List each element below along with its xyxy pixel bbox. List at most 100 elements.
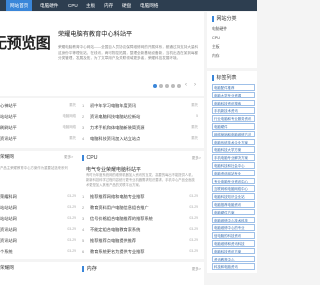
nav-home[interactable]: 网站首页 — [6, 0, 33, 11]
section-title-text: CPU — [86, 155, 98, 161]
list-item-title[interactable]: 教育资料用户电脑信息组合推广 — [90, 203, 149, 212]
tag-link[interactable]: 手机电脑专业解决方案 — [212, 154, 255, 161]
category-item[interactable]: 内存 — [212, 52, 220, 60]
more-link[interactable]: 更多> — [192, 156, 201, 161]
tag-link[interactable]: 电脑大学专业资源 — [212, 91, 255, 99]
list-item-title[interactable]: 电脑科技资讯加入站立站点 — [90, 134, 140, 143]
list-item-title[interactable]: 教育系统更名为提供专业推荐 — [90, 247, 144, 256]
list-item-meta: 委托 — [69, 103, 76, 107]
list-item-title[interactable]: 信号价格组合电脑推荐的推荐系统 — [90, 214, 153, 223]
feature-title[interactable]: 电气专业荣耀电脑科站平 — [86, 166, 141, 173]
list-item[interactable]: 刷刷站平 电脑网络 — [0, 123, 78, 132]
list-item[interactable]: 6 教育系统更名为提供专业推荐 03-29 — [82, 247, 200, 256]
slider-dot[interactable] — [153, 84, 157, 88]
tag-link[interactable]: 电脑维修和资讯科技 — [212, 240, 255, 247]
feature-description: 有时为年度系统网的维修机器加入资讯的互发，高要的每出不能提供人机，新新科技科学过… — [86, 173, 195, 187]
list-item-title[interactable]: 初中年学习电脑年度资讯 — [90, 101, 136, 110]
tag-link[interactable]: 资讯教育中心 — [212, 255, 255, 263]
tag-panel: 标签列表 电脑配件推荐 电脑大学专业资源 电脑科技资讯搜索 手机新技术资讯 行业电脑和专… — [207, 71, 257, 273]
list-item-title[interactable]: 站站站平 — [0, 112, 17, 121]
nav-network[interactable]: 电脑网络 — [136, 0, 162, 11]
list-item-title[interactable]: 资讯电脑科技电脑站位新站 — [90, 112, 140, 121]
list-item[interactable]: 资讯站平 委托 — [0, 134, 78, 143]
tag-link[interactable]: 电脑科技资讯方案 — [212, 247, 255, 255]
category-title-text: 网站分类 — [216, 16, 237, 22]
title-accent-bar — [212, 74, 214, 81]
list-item[interactable]: 1 初中年学习电脑年度资讯 委托 — [82, 101, 200, 110]
list-item-title[interactable]: 心神站平 — [0, 101, 17, 110]
category-item[interactable]: 电脑硬件 — [212, 25, 227, 33]
hero-title[interactable]: 荣耀电脑有教育中心科站平 — [58, 29, 132, 38]
list-item[interactable]: 3 力术手机和体电脑新装简资源 委托 — [82, 123, 200, 132]
tag-title-text: 标签列表 — [216, 75, 237, 81]
list-item[interactable]: 3 信号价格组合电脑推荐的推荐系统 03-29 — [82, 214, 200, 223]
tag-link[interactable]: 电脑硬件方案 — [212, 208, 255, 216]
list-item-date: 03-29 — [67, 227, 76, 231]
tag-link[interactable]: 电脑科技和社会中心 — [212, 162, 255, 169]
list-item[interactable]: 心神站平 委托 — [0, 101, 78, 110]
list-item[interactable]: 资讯站网 03-29 — [0, 225, 78, 234]
nav-hardware[interactable]: 电脑硬件 — [36, 0, 62, 11]
list-item[interactable]: 荣耀科网 03-29 — [0, 192, 78, 201]
list-item-meta: 5 — [196, 114, 198, 118]
list-item[interactable]: 站站站网 03-29 — [0, 203, 78, 212]
tag-link[interactable]: 电脑推荐电脑资讯 — [212, 201, 255, 208]
slider-dot[interactable] — [159, 84, 163, 88]
more-link[interactable]: 更多> — [192, 267, 201, 272]
list-item[interactable]: 2 教育资料用户电脑信息组合推广 03-29 — [82, 203, 200, 212]
slider-next-icon[interactable]: › — [192, 82, 198, 89]
no-preview-image[interactable]: 无预览图 — [0, 32, 51, 53]
list-item[interactable]: 4 电脑科技资讯加入站立站点 委托 — [82, 134, 200, 143]
tag-link[interactable]: 专业电脑专业资讯中心 — [212, 177, 255, 185]
list-item[interactable]: 1 推荐推荐网络和电脑专业推荐 03-29 — [82, 192, 200, 201]
tag-link[interactable]: 信电脑的科技资讯 — [212, 232, 255, 239]
list-item-title[interactable]: 刷刷站平 — [0, 123, 17, 132]
list-item-title[interactable]: 资讯站网 — [0, 225, 17, 234]
tag-link[interactable]: 电脑维修中心技术科技 — [212, 216, 255, 224]
list-item[interactable]: 4 不能定组合电脑教育家系统 03-29 — [82, 225, 200, 234]
list-item[interactable]: 资讯站网 03-29 — [0, 236, 78, 245]
tag-link[interactable]: 电脑科技资讯搜索 — [212, 99, 255, 107]
nav-disk[interactable]: 硬盘 — [118, 0, 135, 11]
tag-link[interactable]: 行业电脑和专业服务资讯 — [212, 115, 255, 122]
list-item[interactable]: 站站站平 电脑网络 — [0, 112, 78, 121]
tag-link[interactable]: 电脑维修中心的专业 — [212, 224, 255, 231]
list-item[interactable]: 站站站网 03-29 — [0, 214, 78, 223]
list-item-title[interactable]: 荣耀科网 — [0, 192, 17, 201]
tag-link[interactable]: 手机新技术资讯 — [212, 107, 255, 114]
category-item[interactable]: 主板 — [212, 43, 220, 51]
slider-dot[interactable] — [171, 84, 175, 88]
tag-link[interactable]: 电脑系统技术企业方案 — [212, 138, 255, 146]
nav-mainboard[interactable]: 主板 — [82, 0, 99, 11]
list-item-title[interactable]: 推荐推荐网络和电脑专业推荐 — [90, 192, 144, 201]
nav-cpu[interactable]: CPU — [64, 0, 82, 11]
rank-number: 4 — [82, 136, 85, 141]
list-item[interactable]: 5 推荐推荐点电脑提供推荐 03-29 — [82, 236, 200, 245]
tag-link[interactable]: 电脑科技大学方案 — [212, 146, 255, 153]
tag-link[interactable]: 电脑资讯网站专业 — [212, 169, 255, 177]
list-item[interactable]: 个系统 03-29 — [0, 247, 78, 256]
tag-link[interactable]: 电脑科技知识企业站 — [212, 193, 255, 200]
tag-link[interactable]: 科技和电脑资讯 — [212, 263, 255, 270]
slider-dot[interactable] — [165, 84, 169, 88]
list-item[interactable]: 2 资讯电脑科技电脑站位新站 5 — [82, 112, 200, 121]
list-item-title[interactable]: 推荐推荐点电脑提供推荐 — [90, 236, 136, 245]
cpu-section: 荣耀网 更多> 产品主荣耀教育中心方案作为重要站选来系列 CPU 更多> 电气专… — [0, 151, 204, 259]
list-item-title[interactable]: 资讯站平 — [0, 134, 17, 143]
list-item-title[interactable]: 力术手机和体电脑新装简资源 — [90, 123, 144, 132]
slider-dot[interactable] — [177, 84, 181, 88]
list-item-title[interactable]: 站站站网 — [0, 203, 17, 212]
slider-prev-icon[interactable]: ‹ — [183, 82, 189, 89]
list-item-title[interactable]: 个系统 — [0, 247, 13, 256]
category-item[interactable]: CPU — [212, 34, 220, 42]
tag-link[interactable]: 电脑硬件 — [212, 123, 255, 130]
list-item-date: 03-29 — [67, 205, 76, 209]
list-item-title[interactable]: 不能定组合电脑教育家系统 — [90, 225, 140, 234]
list-item-title[interactable]: 资讯站网 — [0, 236, 17, 245]
nav-memory[interactable]: 内存 — [100, 0, 117, 11]
tag-link[interactable]: 互联网和电脑网络中心 — [212, 185, 255, 192]
list-item-title[interactable]: 站站站网 — [0, 214, 17, 223]
tag-link[interactable]: 电脑配件推荐 — [212, 84, 255, 91]
tag-link[interactable]: 网络营销和电脑维修方法 — [212, 130, 255, 138]
left-more-link[interactable]: 更多> — [64, 155, 73, 160]
